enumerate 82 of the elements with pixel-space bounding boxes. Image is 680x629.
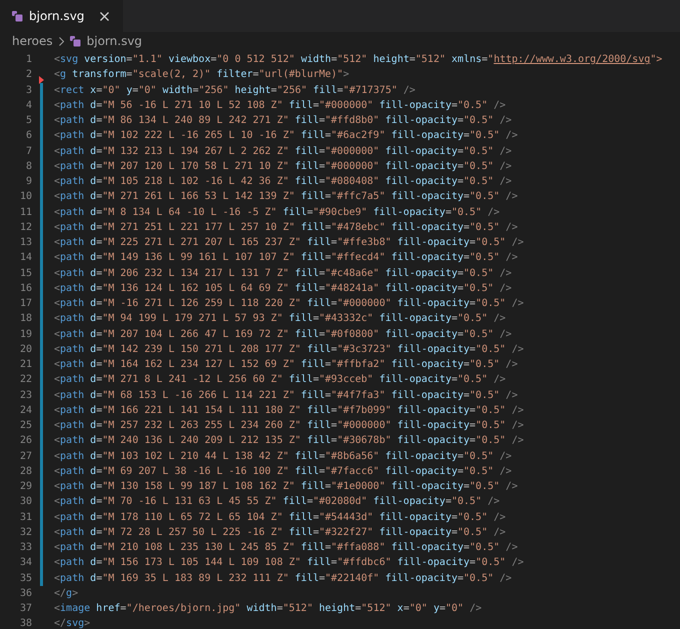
line-number: 34 (18, 556, 32, 570)
editor-tab[interactable]: bjorn.svg (0, 0, 124, 32)
line-number: 27 (18, 450, 32, 464)
line-number: 28 (18, 464, 32, 479)
line-number: 21 (18, 358, 32, 372)
line-number: 31 (18, 510, 32, 524)
line-number: 35 (18, 572, 32, 586)
line-number: 38 (18, 617, 32, 629)
code-line: <path d="M 271 251 L 221 177 L 257 10 Z" fill="#478ebc" fill-opacity="0.5" /> (54, 220, 518, 235)
code-line: <path d="M 56 -16 L 271 10 L 52 108 Z" fill="#000000" fill-opacity="0.5" /> (54, 98, 506, 113)
line-number: 25 (18, 419, 32, 433)
code-line: <path d="M 70 -16 L 131 63 L 45 55 Z" fill="#02080d" fill-opacity="0.5" /> (54, 495, 500, 510)
code-line: <path d="M 240 136 L 240 209 L 212 135 Z" fill="#30678b" fill-opacity="0.5" /> (54, 434, 524, 448)
line-number: 33 (18, 541, 32, 555)
url-link[interactable]: http://www.w3.org/2000/svg (494, 54, 650, 65)
code-line: <path d="M 225 271 L 271 207 L 165 237 Z" fill="#ffe3b8" fill-opacity="0.5" /> (54, 236, 524, 250)
line-number: 4 (24, 98, 32, 113)
code-line: <path d="M 257 232 L 263 255 L 234 260 Z" fill="#000000" fill-opacity="0.5" /> (54, 419, 524, 433)
code-line: <path d="M 166 221 L 141 154 L 111 180 Z" fill="#f7b099" fill-opacity="0.5" /> (54, 404, 524, 418)
line-number: 6 (24, 129, 32, 144)
line-number: 18 (18, 312, 32, 326)
line-number: 9 (24, 175, 32, 189)
code-line: </svg> (54, 617, 90, 629)
code-line: <rect x="0" y="0" width="256" height="256" fill="#717375" /> (54, 84, 416, 98)
code-line: <path d="M 142 239 L 150 271 L 208 177 Z" fill="#3c3723" fill-opacity="0.5" /> (54, 342, 524, 357)
line-number: 12 (18, 220, 32, 235)
line-number: 36 (18, 586, 32, 601)
breadcrumb-item[interactable]: heroes (12, 34, 53, 48)
code-line: <path d="M 105 218 L 102 -16 L 42 36 Z" fill="#080408" fill-opacity="0.5" /> (54, 175, 512, 189)
chevron-right-icon (58, 36, 64, 46)
line-number: 37 (18, 602, 32, 616)
code-line: <path d="M 169 35 L 183 89 L 232 111 Z" fill="#22140f" fill-opacity="0.5" /> (54, 572, 512, 586)
code-line: <path d="M 102 222 L -16 265 L 10 -16 Z" fill="#6ac2f9" fill-opacity="0.5" /> (54, 129, 518, 144)
code-line: <path d="M 207 120 L 170 58 L 271 10 Z" fill="#000000" fill-opacity="0.5" /> (54, 160, 512, 174)
line-number: 32 (18, 526, 32, 540)
close-icon[interactable] (100, 12, 110, 20)
code-line: <path d="M 178 110 L 65 72 L 65 104 Z" fill="#54443d" fill-opacity="0.5" /> (54, 510, 506, 524)
line-number: 3 (24, 84, 32, 98)
line-number: 16 (18, 282, 32, 296)
line-number: 8 (24, 160, 32, 174)
code-line: <path d="M 8 134 L 64 -10 L -16 -5 Z" fill="#90cbe9" fill-opacity="0.5" /> (54, 206, 500, 220)
code-line: <path d="M 271 8 L 241 -12 L 256 60 Z" fill="#93cceb" fill-opacity="0.5" /> (54, 373, 506, 388)
code-line: <path d="M 207 104 L 266 47 L 169 72 Z" fill="#0f0800" fill-opacity="0.5" /> (54, 328, 512, 342)
code-line: <path d="M 149 136 L 99 161 L 107 107 Z" fill="#ffecd4" fill-opacity="0.5" /> (54, 251, 518, 266)
code-line: <path d="M 86 134 L 240 89 L 242 271 Z" fill="#ffd8b0" fill-opacity="0.5" /> (54, 114, 512, 128)
code-line: <path d="M 103 102 L 210 44 L 138 42 Z" fill="#8b6a56" fill-opacity="0.5" /> (54, 450, 512, 464)
line-number: 30 (18, 495, 32, 510)
line-number: 1 (24, 53, 32, 67)
code-line: <path d="M 271 261 L 166 53 L 142 139 Z" fill="#ffc7a5" fill-opacity="0.5" /> (54, 190, 518, 204)
code-line: <path d="M -16 271 L 126 259 L 118 220 Z" fill="#000000" fill-opacity="0.5" /> (54, 297, 524, 311)
line-number: 20 (18, 342, 32, 357)
code-line: <g transform="scale(2, 2)" filter="url(#blurMe)"> (54, 68, 350, 82)
line-number: 26 (18, 434, 32, 448)
code-line: <path d="M 136 124 L 162 105 L 64 69 Z" fill="#48241a" fill-opacity="0.5" /> (54, 282, 512, 296)
line-number: 15 (18, 266, 32, 280)
code-line: <path d="M 130 158 L 99 187 L 108 162 Z" fill="#1e0000" fill-opacity="0.5" /> (54, 480, 518, 494)
line-number: 29 (18, 480, 32, 494)
code-line: </g> (54, 586, 78, 601)
code-line: <path d="M 94 199 L 179 271 L 57 93 Z" fill="#43332c" fill-opacity="0.5" /> (54, 312, 506, 326)
code-line: <path d="M 164 162 L 234 127 L 152 69 Z" fill="#ffbfa2" fill-opacity="0.5" /> (54, 358, 518, 372)
line-number: 23 (18, 388, 32, 402)
line-number: 22 (18, 373, 32, 388)
code-line: <image href="/heroes/bjorn.jpg" width="512" height="512" x="0" y="0" /> (54, 602, 482, 616)
code-line: <path d="M 156 173 L 105 144 L 109 108 Z" fill="#ffdbc6" fill-opacity="0.5" /> (54, 556, 524, 570)
code-line: <path d="M 68 153 L -16 266 L 114 221 Z" fill="#4f7fa3" fill-opacity="0.5" /> (54, 388, 518, 402)
code-line: <path d="M 210 108 L 235 130 L 245 85 Z" fill="#ffa088" fill-opacity="0.5" /> (54, 541, 518, 555)
code-line: <path d="M 72 28 L 257 50 L 225 -16 Z" fill="#322f27" fill-opacity="0.5" /> (54, 526, 506, 540)
line-number: 19 (18, 328, 32, 342)
code-line: <svg version="1.1" viewbox="0 0 512 512" width="512" height="512" xmlns="http://www.w3.org/2000/svg"> (54, 53, 662, 67)
code-line: <path d="M 132 213 L 194 267 L 2 262 Z" fill="#000000" fill-opacity="0.5" /> (54, 144, 512, 158)
line-number: 13 (18, 236, 32, 250)
line-number: 11 (18, 206, 32, 220)
line-number: 5 (24, 114, 32, 128)
breadcrumb-item[interactable]: bjorn.svg (86, 34, 142, 48)
line-number: 10 (18, 190, 32, 204)
code-line: <path d="M 69 207 L 38 -16 L -16 100 Z" fill="#7facc6" fill-opacity="0.5" /> (54, 464, 512, 479)
line-number: 2 (24, 68, 32, 82)
line-number: 7 (24, 144, 32, 158)
line-number: 17 (18, 297, 32, 311)
code-line: <path d="M 206 232 L 134 217 L 131 7 Z" fill="#c48a6e" fill-opacity="0.5" /> (54, 266, 512, 280)
line-number: 24 (18, 404, 32, 418)
line-number: 14 (18, 251, 32, 266)
